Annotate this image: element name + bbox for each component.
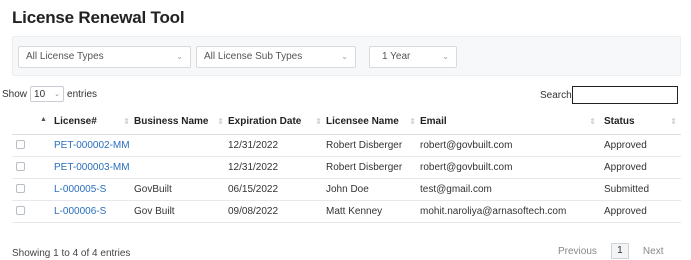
email-cell: robert@govbuilt.com	[420, 134, 600, 157]
table-header-row: ▲ License# ⇕ Business Name ⇕ Expiration …	[12, 110, 681, 135]
licensee-cell: Matt Kenney	[326, 200, 420, 223]
status-cell: Approved	[600, 156, 681, 179]
expiration-column-header[interactable]: Expiration Date ⇕	[228, 110, 326, 135]
row-checkbox[interactable]	[16, 162, 25, 172]
licensee-cell: Robert Disberger	[326, 134, 420, 157]
table-row: L-000006-S Gov Built 09/08/2022 Matt Ken…	[12, 200, 681, 223]
sort-icon: ⇕	[123, 117, 130, 126]
show-label: Show	[2, 88, 28, 100]
license-type-select[interactable]: All License Types ⌄	[18, 46, 191, 68]
expiration-cell: 12/31/2022	[228, 156, 326, 179]
status-cell: Approved	[600, 134, 681, 157]
licensee-column-header[interactable]: Licensee Name ⇕	[326, 110, 420, 135]
email-cell: test@gmail.com	[420, 178, 600, 201]
expiration-cell: 09/08/2022	[228, 200, 326, 223]
chevron-down-icon: ⌄	[442, 52, 449, 61]
chevron-down-icon: ⌄	[176, 52, 183, 61]
entries-length-select[interactable]: 10 ⌄	[30, 86, 65, 102]
sort-icon: ⇕	[409, 117, 416, 126]
sort-icon: ⇕	[315, 117, 322, 126]
license-table: ▲ License# ⇕ Business Name ⇕ Expiration …	[12, 110, 681, 223]
period-select[interactable]: 1 Year ⌄	[369, 46, 457, 68]
expiration-cell: 12/31/2022	[228, 134, 326, 157]
sort-icon: ⇕	[589, 117, 596, 126]
pagination: Previous 1 Next	[558, 243, 663, 259]
license-link[interactable]: L-000006-S	[54, 206, 106, 217]
license-link[interactable]: L-000005-S	[54, 184, 106, 195]
licensee-cell: John Doe	[326, 178, 420, 201]
license-link[interactable]: PET-000002-MM	[54, 140, 130, 151]
row-checkbox[interactable]	[16, 206, 25, 216]
license-column-header[interactable]: License# ⇕	[38, 110, 134, 135]
search-label: Search:	[540, 90, 575, 101]
license-subtype-value: All License Sub Types	[204, 51, 303, 62]
license-type-value: All License Types	[26, 51, 104, 62]
row-checkbox[interactable]	[16, 184, 25, 194]
status-cell: Approved	[600, 200, 681, 223]
email-column-header[interactable]: Email ⇕	[420, 110, 600, 135]
expiration-cell: 06/15/2022	[228, 178, 326, 201]
row-checkbox[interactable]	[16, 140, 25, 150]
status-column-header[interactable]: Status ⇕	[600, 110, 681, 135]
license-link[interactable]: PET-000003-MM	[54, 162, 130, 173]
previous-page-button[interactable]: Previous	[558, 246, 597, 257]
status-cell: Submitted	[600, 178, 681, 201]
filter-bar: All License Types ⌄ All License Sub Type…	[12, 36, 681, 76]
chevron-down-icon: ⌄	[341, 52, 348, 61]
search-input[interactable]	[572, 86, 678, 104]
page-title: License Renewal Tool	[12, 8, 185, 27]
next-page-button[interactable]: Next	[643, 246, 664, 257]
sort-icon: ⇕	[670, 117, 677, 126]
select-column-header: ▲	[12, 110, 47, 135]
period-value: 1 Year	[382, 51, 411, 62]
email-cell: robert@govbuilt.com	[420, 156, 600, 179]
table-row: PET-000002-MM 12/31/2022 Robert Disberge…	[12, 134, 681, 157]
sort-icon: ⇕	[217, 117, 224, 126]
business-cell	[134, 134, 228, 157]
table-row: PET-000003-MM 12/31/2022 Robert Disberge…	[12, 156, 681, 179]
business-cell: GovBuilt	[134, 178, 228, 201]
business-column-header[interactable]: Business Name ⇕	[134, 110, 228, 135]
entries-label: entries	[67, 88, 98, 100]
email-cell: mohit.naroliya@arnasoftech.com	[420, 200, 600, 223]
page-length-control: Show 10 ⌄ entries	[2, 86, 97, 102]
business-cell: Gov Built	[134, 200, 228, 223]
entries-length-value: 10	[34, 88, 46, 100]
page-1-button[interactable]: 1	[610, 243, 629, 259]
business-cell	[134, 156, 228, 179]
chevron-down-icon: ⌄	[54, 91, 61, 98]
table-row: L-000005-S GovBuilt 06/15/2022 John Doe …	[12, 178, 681, 201]
license-subtype-select[interactable]: All License Sub Types ⌄	[196, 46, 356, 68]
table-info: Showing 1 to 4 of 4 entries	[12, 248, 131, 259]
licensee-cell: Robert Disberger	[326, 156, 420, 179]
